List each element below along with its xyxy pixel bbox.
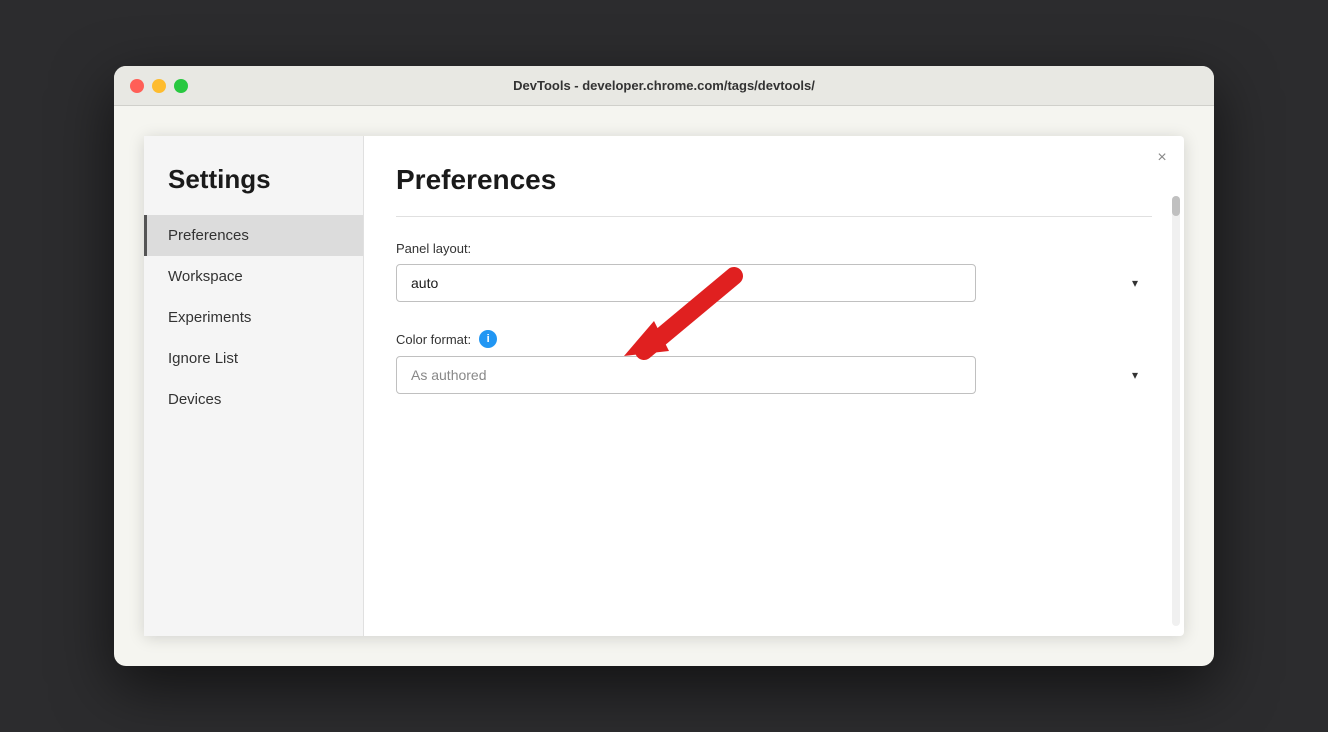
panel-layout-select-wrapper: auto horizontal vertical ▾: [396, 264, 1152, 302]
traffic-lights: [130, 79, 188, 93]
color-format-section: Color format: i As authored hex rgb hsl …: [396, 330, 1152, 394]
color-format-dropdown-arrow: ▾: [1132, 368, 1138, 382]
window-title: DevTools - developer.chrome.com/tags/dev…: [513, 78, 815, 93]
settings-sidebar: Settings Preferences Workspace Experimen…: [144, 136, 364, 636]
close-window-button[interactable]: [130, 79, 144, 93]
maximize-window-button[interactable]: [174, 79, 188, 93]
color-format-select-wrapper: As authored hex rgb hsl ▾: [396, 356, 1152, 394]
color-format-label: Color format:: [396, 332, 471, 347]
info-icon-text: i: [487, 333, 490, 345]
color-format-label-row: Color format: i: [396, 330, 1152, 348]
browser-window: DevTools - developer.chrome.com/tags/dev…: [114, 66, 1214, 666]
color-format-select[interactable]: As authored hex rgb hsl: [396, 356, 976, 394]
page-title: Preferences: [396, 164, 1152, 196]
title-bar: DevTools - developer.chrome.com/tags/dev…: [114, 66, 1214, 106]
panel-layout-select[interactable]: auto horizontal vertical: [396, 264, 976, 302]
color-format-info-icon[interactable]: i: [479, 330, 497, 348]
panel-layout-label: Panel layout:: [396, 241, 1152, 256]
settings-heading: Settings: [144, 136, 363, 215]
panel-layout-dropdown-arrow: ▾: [1132, 276, 1138, 290]
scrollbar-thumb[interactable]: [1172, 196, 1180, 216]
sidebar-item-ignore-list[interactable]: Ignore List: [144, 338, 363, 379]
divider: [396, 216, 1152, 217]
minimize-window-button[interactable]: [152, 79, 166, 93]
sidebar-nav: Preferences Workspace Experiments Ignore…: [144, 215, 363, 420]
sidebar-item-preferences[interactable]: Preferences: [144, 215, 363, 256]
sidebar-item-workspace[interactable]: Workspace: [144, 256, 363, 297]
main-content: Preferences Panel layout: auto horizonta…: [364, 136, 1184, 636]
sidebar-item-devices[interactable]: Devices: [144, 379, 363, 420]
scrollbar-track: [1172, 196, 1180, 626]
sidebar-item-experiments[interactable]: Experiments: [144, 297, 363, 338]
settings-dialog: × Settings Preferences Workspace Experim…: [144, 136, 1184, 636]
panel-layout-section: Panel layout: auto horizontal vertical ▾: [396, 241, 1152, 302]
